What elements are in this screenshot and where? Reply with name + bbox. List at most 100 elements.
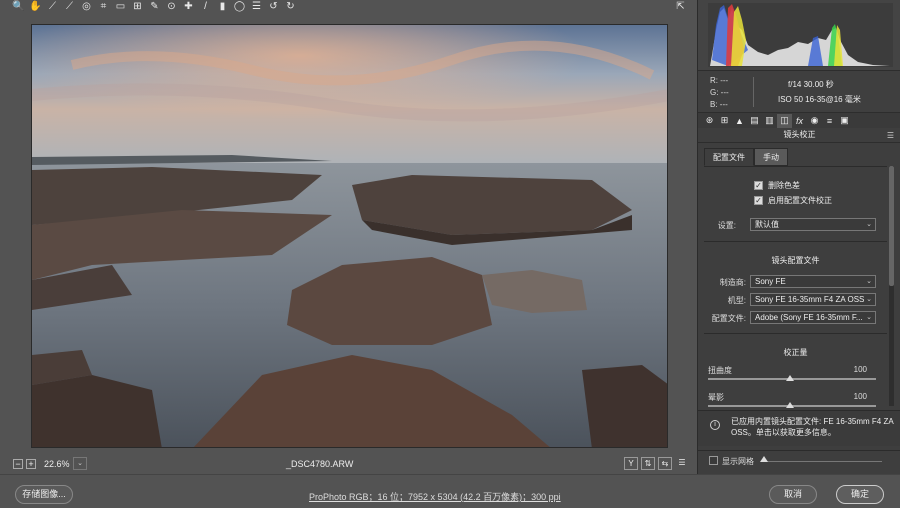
export-icon[interactable]: ⇱ bbox=[672, 0, 689, 14]
profile-info[interactable]: i 已应用内置镜头配置文件: FE 16-35mm F4 ZA OSS。单击以获… bbox=[698, 410, 900, 446]
model-value: Sony FE 16-35mm F4 ZA OSS bbox=[755, 295, 865, 304]
file-name: _DSC4780.ARW bbox=[286, 459, 354, 469]
setting-label: 设置: bbox=[717, 221, 736, 230]
chevron-down-icon: ⌄ bbox=[866, 314, 872, 321]
tone-curve-tab-icon[interactable]: ⊞ bbox=[717, 114, 732, 128]
panel-tabs: ⊛ ⊞ ▲ ▤ ▥ ◫ fx ◉ ≡ ▣ bbox=[698, 112, 900, 128]
remove-ca-checkbox[interactable]: ✓ 删除色差 bbox=[754, 180, 800, 191]
make-select[interactable]: Sony FE ⌄ bbox=[750, 275, 876, 288]
save-image-button[interactable]: 存储图像... bbox=[15, 485, 73, 504]
vignetting-slider-thumb[interactable] bbox=[786, 402, 794, 408]
toggle-settings-icon[interactable]: ☰ bbox=[675, 457, 689, 470]
grid-size-slider[interactable] bbox=[762, 461, 882, 462]
model-label: 机型: bbox=[727, 296, 746, 305]
toolbar: 🔍 ✋ ⟋ ⟋ ◎ ⌗ ▭ ⊞ ✎ ⊙ ✚ / ▮ ◯ ☰ ↺ ↻ ⇱ bbox=[0, 0, 697, 14]
aperture-shutter: f/14 30.00 秒 bbox=[788, 80, 834, 89]
graduated-filter-icon[interactable]: ▮ bbox=[214, 0, 231, 14]
snapshots-tab-icon[interactable]: ▣ bbox=[837, 114, 852, 128]
red-eye-icon[interactable]: ⊙ bbox=[163, 0, 180, 14]
show-grid-row: 显示网格 bbox=[698, 450, 900, 470]
model-select[interactable]: Sony FE 16-35mm F4 ZA OSS ⌄ bbox=[750, 293, 876, 306]
zoom-icon[interactable]: 🔍 bbox=[10, 0, 27, 14]
panel-title: 镜头校正 bbox=[698, 129, 900, 143]
camera-calibration-tab-icon[interactable]: ◉ bbox=[807, 114, 822, 128]
basic-tab-icon[interactable]: ⊛ bbox=[702, 114, 717, 128]
bottom-bar: 存储图像... ProPhoto RGB；16 位；7952 x 5304 (4… bbox=[0, 474, 900, 508]
transform-icon[interactable]: ⊞ bbox=[129, 0, 146, 14]
right-panel: R: --- G: --- B: --- f/14 30.00 秒 ISO 50… bbox=[697, 0, 900, 474]
histogram-graph bbox=[708, 3, 893, 67]
rotate-left-icon[interactable]: ↺ bbox=[265, 0, 282, 14]
show-grid-label: 显示网格 bbox=[722, 457, 754, 466]
iso-focal: ISO 50 16-35@16 毫米 bbox=[778, 95, 861, 104]
profile-select[interactable]: Adobe (Sony FE 16-35mm F... ⌄ bbox=[750, 311, 876, 324]
correction-title: 校正量 bbox=[783, 348, 808, 357]
subtabs: 配置文件 手动 bbox=[704, 148, 788, 166]
panel-menu-icon[interactable]: ☰ bbox=[887, 131, 894, 140]
swap-icon[interactable]: ⇅ bbox=[641, 457, 655, 470]
grid-size-slider-thumb[interactable] bbox=[760, 456, 768, 462]
zoom-level: 22.6% bbox=[44, 459, 70, 469]
presets-tab-icon[interactable]: ≡ bbox=[822, 114, 837, 128]
checkmark-icon: ✓ bbox=[754, 196, 763, 205]
tab-manual[interactable]: 手动 bbox=[754, 148, 788, 166]
distortion-slider-thumb[interactable] bbox=[786, 375, 794, 381]
radial-filter-icon[interactable]: ◯ bbox=[231, 0, 248, 14]
checkmark-icon: ✓ bbox=[754, 181, 763, 190]
make-value: Sony FE bbox=[755, 277, 786, 286]
split-toning-tab-icon[interactable]: ▥ bbox=[762, 114, 777, 128]
hand-icon[interactable]: ✋ bbox=[27, 0, 44, 14]
vignetting-value: 100 bbox=[853, 392, 867, 401]
lens-corrections-tab-icon[interactable]: ◫ bbox=[777, 113, 792, 128]
distortion-label: 扭曲度 bbox=[708, 366, 732, 375]
status-bar: − + 22.6% ⌄ _DSC4780.ARW Y ⇅ ⇆ ☰ bbox=[0, 454, 697, 474]
remove-ca-label: 删除色差 bbox=[768, 181, 800, 190]
chevron-down-icon: ⌄ bbox=[866, 221, 872, 228]
zoom-dropdown[interactable]: ⌄ bbox=[73, 457, 87, 470]
before-after-icon[interactable]: Y bbox=[624, 457, 638, 470]
hsl-tab-icon[interactable]: ▤ bbox=[747, 114, 762, 128]
histogram bbox=[698, 0, 900, 70]
detail-tab-icon[interactable]: ▲ bbox=[732, 114, 747, 128]
spot-removal-icon[interactable]: ✎ bbox=[146, 0, 163, 14]
brush-icon[interactable]: / bbox=[197, 0, 214, 14]
red-value: R: --- bbox=[710, 76, 729, 85]
lens-profile-title: 镜头配置文件 bbox=[771, 256, 820, 265]
distortion-value: 100 bbox=[853, 365, 867, 374]
workflow-options-link[interactable]: ProPhoto RGB；16 位；7952 x 5304 (42.2 百万像素… bbox=[309, 490, 561, 503]
rotate-right-icon[interactable]: ↻ bbox=[282, 0, 299, 14]
preferences-icon[interactable]: ☰ bbox=[248, 0, 265, 14]
ok-button[interactable]: 确定 bbox=[836, 485, 884, 504]
tab-profile[interactable]: 配置文件 bbox=[704, 148, 754, 166]
adjustment-brush-icon[interactable]: ✚ bbox=[180, 0, 197, 14]
divider bbox=[704, 333, 887, 334]
straighten-icon[interactable]: ▭ bbox=[112, 0, 129, 14]
cancel-button[interactable]: 取消 bbox=[769, 485, 817, 504]
targeted-adjust-icon[interactable]: ◎ bbox=[78, 0, 95, 14]
crop-icon[interactable]: ⌗ bbox=[95, 0, 112, 14]
blue-value: B: --- bbox=[710, 100, 728, 109]
panel-scrollbar-thumb[interactable] bbox=[889, 166, 894, 286]
info-icon: i bbox=[710, 420, 720, 430]
show-grid-checkbox[interactable] bbox=[709, 456, 718, 465]
color-sampler-icon[interactable]: ⟋ bbox=[61, 0, 78, 14]
fx-tab-icon[interactable]: fx bbox=[792, 114, 807, 128]
exif-divider bbox=[753, 77, 754, 107]
make-label: 制造商: bbox=[719, 278, 746, 287]
image-canvas[interactable] bbox=[0, 14, 697, 454]
setting-value: 默认值 bbox=[755, 220, 779, 229]
copy-settings-icon[interactable]: ⇆ bbox=[658, 457, 672, 470]
photo-preview[interactable] bbox=[31, 24, 668, 448]
green-value: G: --- bbox=[710, 88, 729, 97]
white-balance-icon[interactable]: ⟋ bbox=[44, 0, 61, 14]
profile-info-text: 已应用内置镜头配置文件: FE 16-35mm F4 ZA OSS。单击以获取更… bbox=[731, 417, 894, 437]
profile-label: 配置文件: bbox=[711, 314, 746, 323]
profile-value: Adobe (Sony FE 16-35mm F... bbox=[755, 313, 863, 322]
setting-select[interactable]: 默认值 ⌄ bbox=[750, 218, 876, 231]
chevron-down-icon: ⌄ bbox=[866, 296, 872, 303]
divider bbox=[704, 241, 887, 242]
zoom-in-button[interactable]: + bbox=[26, 459, 36, 469]
lens-content: ✓ 删除色差 ✓ 启用配置文件校正 设置: 默认值 ⌄ 镜头配置文件 制造商: … bbox=[704, 166, 887, 446]
zoom-out-button[interactable]: − bbox=[13, 459, 23, 469]
enable-profile-checkbox[interactable]: ✓ 启用配置文件校正 bbox=[754, 195, 832, 206]
